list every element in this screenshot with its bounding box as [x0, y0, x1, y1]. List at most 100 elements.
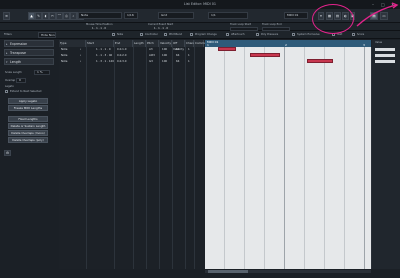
settings-gear-icon[interactable]: ⚙ — [4, 150, 11, 156]
bar-2-label: 2 — [285, 43, 287, 47]
col-header-pitch[interactable]: Pitch — [146, 40, 159, 47]
col-header-velocity[interactable]: Velocity — [159, 40, 172, 47]
filter-program-change-checkbox[interactable] — [190, 33, 193, 36]
filter-aftertouch-checkbox[interactable] — [226, 33, 229, 36]
loop-start-label: Track Loop Start — [230, 23, 251, 26]
event-display[interactable] — [205, 40, 371, 269]
filter-controller-checkbox[interactable] — [140, 33, 143, 36]
row-start[interactable]: 1 . 3 . 1 . 120 — [96, 59, 114, 64]
col-header-type[interactable]: Type — [59, 40, 86, 47]
quantize-mode-select[interactable]: Grid — [158, 12, 194, 19]
row-pitch[interactable]: A3 — [149, 47, 153, 52]
value-bar[interactable] — [375, 48, 395, 51]
highlight-circle — [312, 4, 354, 34]
mute-tool-icon[interactable]: ◎ — [63, 12, 70, 20]
inspector-section-expression[interactable]: ▸ Expression — [4, 40, 54, 47]
row-pitch[interactable]: A#3 — [149, 53, 155, 58]
inspector-section-length[interactable]: ▾ Length — [4, 58, 54, 65]
row-type[interactable]: Note — [61, 59, 67, 64]
zoom-tool-icon[interactable]: ⌕ — [70, 12, 77, 20]
note-icon: ♩ — [80, 53, 82, 57]
row-start[interactable]: 1 . 1 . 1 . 0 — [96, 47, 111, 52]
note-event[interactable] — [307, 59, 333, 63]
row-velocity[interactable]: 100 — [162, 59, 167, 64]
extend-to-next-checkbox[interactable] — [5, 90, 8, 93]
filter-note-label: Note — [117, 33, 124, 36]
row-start[interactable]: 1 . 1 . 3 . 40 — [96, 53, 112, 58]
filter-note-checkbox[interactable] — [112, 33, 115, 36]
note-event[interactable] — [218, 47, 236, 51]
row-length[interactable]: 0.0.3.0 — [117, 59, 126, 64]
split-tool-icon[interactable]: ✂ — [49, 12, 56, 20]
glue-tool-icon[interactable]: ⌒ — [56, 12, 63, 20]
row-off-velocity[interactable]: 64 — [176, 47, 179, 52]
value-header: Value — [375, 41, 383, 44]
event-start-label: Current Event Start — [148, 23, 174, 26]
col-divider — [133, 40, 134, 269]
object-selection-tool-icon[interactable]: ▲ — [28, 12, 35, 20]
overlap-label: Overlap — [5, 79, 16, 82]
note-event[interactable] — [250, 53, 280, 57]
row-type[interactable]: Note — [61, 53, 67, 58]
row-channel[interactable]: 1 — [188, 47, 190, 52]
ruler[interactable]: MIDI 01 1 2 3 — [205, 40, 371, 47]
expand-arrow-icon: ▸ — [6, 42, 8, 46]
insert-type-select[interactable]: Note — [78, 12, 122, 19]
col-divider — [185, 40, 186, 269]
grid-line-bar — [284, 47, 285, 269]
loop-end-label: Track Loop End — [262, 23, 282, 26]
col-divider — [194, 40, 195, 269]
col-header-end[interactable]: End — [114, 40, 133, 47]
collapse-arrow-icon: ▾ — [6, 60, 8, 64]
inspector-section-transpose[interactable]: ▸ Transpose — [4, 49, 54, 56]
filter-poly-pressure-checkbox[interactable] — [256, 33, 259, 36]
freeze-midi-lengths-button[interactable]: Freeze MIDI Lengths — [8, 105, 48, 111]
erase-tool-icon[interactable]: ◖ — [42, 12, 49, 20]
delete-overlaps-mono-button[interactable]: Delete Overlaps (mono) — [8, 130, 48, 136]
scale-length-field[interactable]: 1 % — [34, 70, 50, 75]
grid-line — [324, 47, 325, 269]
row-velocity[interactable]: 100 — [162, 53, 167, 58]
track-select[interactable]: MIDI 01 — [284, 12, 308, 19]
col-header-length[interactable]: Length — [133, 40, 146, 47]
grid-line — [344, 47, 345, 269]
filter-pitchbend-checkbox[interactable] — [164, 33, 167, 36]
toolbar-menu-icon[interactable]: ≡ — [3, 12, 10, 20]
filter-sysex-checkbox[interactable] — [292, 33, 295, 36]
quantize-select[interactable]: 1/16 — [124, 12, 138, 19]
col-header-comment[interactable]: Comment — [194, 40, 209, 47]
delete-or-sustain-button[interactable]: Delete or Sustain Length — [8, 123, 48, 129]
row-length[interactable]: 0.0.2.0 — [117, 53, 126, 58]
length-select[interactable]: 1/1 — [208, 12, 248, 19]
grid-line — [224, 47, 225, 269]
row-channel[interactable]: 1 — [188, 53, 190, 58]
filter-pitchbend-label: PitchBend — [169, 33, 182, 36]
filter-aftertouch-label: Aftertouch — [231, 33, 245, 36]
apply-legato-button[interactable]: Apply Legato — [8, 98, 48, 104]
overlap-field[interactable]: 0 — [16, 78, 26, 83]
col-header-off-velocity[interactable]: Off Velocity — [172, 40, 185, 51]
row-length[interactable]: 0.0.1.0 — [117, 47, 126, 52]
delete-overlaps-poly-button[interactable]: Delete Overlaps (poly) — [8, 137, 48, 143]
col-header-channel[interactable]: Channel — [185, 40, 197, 47]
col-divider — [114, 40, 115, 269]
row-type[interactable]: Note — [61, 47, 67, 52]
filter-score-checkbox[interactable] — [352, 33, 355, 36]
draw-tool-icon[interactable]: ✎ — [35, 12, 42, 20]
col-header-start[interactable]: Start — [86, 40, 114, 47]
grid-line — [244, 47, 245, 269]
horizontal-scrollbar[interactable] — [205, 270, 371, 273]
scrollbar-thumb[interactable] — [208, 270, 248, 273]
event-list[interactable] — [59, 47, 204, 269]
row-off-velocity[interactable]: 64 — [176, 59, 179, 64]
row-off-velocity[interactable]: 64 — [176, 53, 179, 58]
legato-label: Legato — [5, 85, 14, 88]
value-bar[interactable] — [375, 54, 395, 57]
filter-preset-select[interactable]: Hide None — [38, 32, 56, 38]
row-pitch[interactable]: G3 — [149, 59, 153, 64]
row-velocity[interactable]: 100 — [162, 47, 167, 52]
fixed-lengths-button[interactable]: Fixed Lengths — [8, 116, 48, 122]
row-channel[interactable]: 1 — [188, 59, 190, 64]
value-pane[interactable]: Value — [372, 40, 400, 269]
value-bar[interactable] — [375, 60, 395, 63]
